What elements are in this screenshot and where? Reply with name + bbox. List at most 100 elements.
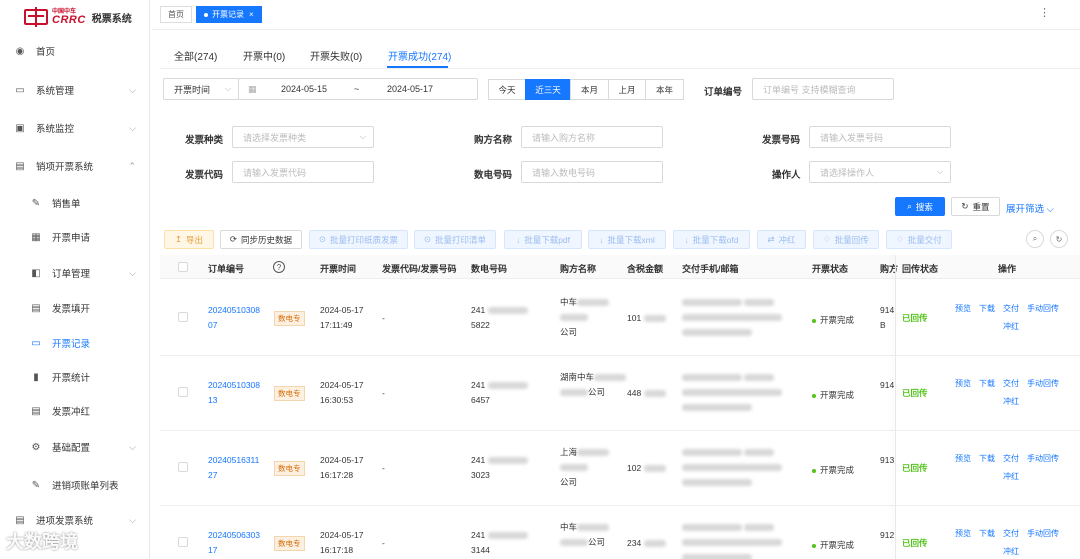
sidebar-item-4[interactable]: ✎ 销售单 [0,188,149,218]
status-tab-all[interactable]: 全部(274) [174,48,217,63]
invoice-time: 2024-05-17 16:17:28 [320,453,363,483]
sidebar-item-2[interactable]: ▣ 系统监控 ⌵ [0,113,149,143]
expand-filter-link[interactable]: 展开筛选 ⌵ [1006,201,1054,215]
quick-today-button[interactable]: 今天 [488,79,526,100]
invoice-code-placeholder: 请输入发票代码 [243,167,307,178]
row-checkbox[interactable] [178,312,188,322]
row-checkbox[interactable] [178,462,188,472]
operator-select[interactable]: 请选择操作人 ⌵ [809,161,951,183]
batch-download-xml-button[interactable]: ↓ 批量下载xml [588,230,666,249]
close-icon[interactable]: × [249,10,254,19]
order-no-link[interactable]: 20240510308 07 [208,303,260,333]
tab-home[interactable]: 首页 [160,6,192,23]
preview-link[interactable]: 预览 [955,303,971,314]
sync-history-button[interactable]: ⟳ 同步历史数据 [220,230,302,249]
batch-return-button[interactable]: ♢ 批量回传 [813,230,879,249]
red-reverse-link[interactable]: 冲红 [1003,321,1019,332]
time-type-select[interactable]: 开票时间 ⌵ [163,78,239,100]
order-no-link[interactable]: 20240510308 13 [208,378,260,408]
th-code: 发票代码/发票号码 [382,264,457,274]
batch-print-list-button[interactable]: ⊙ 批量打印清单 [414,230,496,249]
invoice-no-input[interactable]: 请输入发票号码 [809,126,951,148]
more-icon[interactable]: ⋮ [1039,6,1050,19]
status-tab-issuing[interactable]: 开票中(0) [243,48,285,63]
refresh-icon[interactable]: ↻ [1050,230,1068,248]
quick-last3days-button[interactable]: 近三天 [525,79,571,100]
download-link[interactable]: 下载 [979,453,995,464]
reset-button[interactable]: ↻ 重置 [951,197,1000,216]
red-reverse-link[interactable]: 冲红 [1003,396,1019,407]
red-reverse-link[interactable]: 冲红 [1003,471,1019,482]
red-reverse-link[interactable]: 冲红 [1003,546,1019,557]
batch-deliver-button[interactable]: ♢ 批量交付 [886,230,952,249]
deliver-link[interactable]: 交付 [1003,453,1019,464]
buyer-name: 上海 公司 [560,445,610,490]
tab-invoice-records[interactable]: 开票记录 × [196,6,262,23]
th-status: 开票状态 [812,264,849,274]
manual-return-link[interactable]: 手动回传 [1027,453,1059,464]
help-icon[interactable]: ? [273,261,285,273]
download-link[interactable]: 下载 [979,303,995,314]
red-reverse-button[interactable]: ⇄ 冲红 [757,230,806,249]
delivery-contact [682,295,782,340]
sidebar-item-5[interactable]: ▦ 开票申请 [0,222,149,252]
search-icon[interactable]: ⌕ [1026,230,1044,248]
date-range-picker[interactable]: ▦ 2024-05-15 ~ 2024-05-17 [238,78,478,100]
status-tab-failed[interactable]: 开票失败(0) [310,48,362,63]
bell-icon: ♢ [823,234,831,244]
invoice-type-select[interactable]: 请选择发票种类 ⌵ [232,126,374,148]
quick-last-month-button[interactable]: 上月 [608,79,646,100]
sidebar-item-12[interactable]: ✎ 进销项账单列表 [0,470,149,500]
sidebar-item-6[interactable]: ◧ 订单管理 ⌵ [0,258,149,288]
deliver-link[interactable]: 交付 [1003,378,1019,389]
order-no-link[interactable]: 20240506303 17 [208,528,260,558]
digital-no-input[interactable]: 请输入数电号码 [521,161,663,183]
quick-this-year-button[interactable]: 本年 [645,79,684,100]
invoice-code-input[interactable]: 请输入发票代码 [232,161,374,183]
delivery-contact [682,370,782,415]
sidebar-item-3[interactable]: ▤ 销项开票系统 ⌃ [0,151,149,181]
batch-download-pdf-button[interactable]: ↓ 批量下载pdf [504,230,582,249]
manual-return-link[interactable]: 手动回传 [1027,303,1059,314]
order-no-input[interactable]: 订单编号 支持模糊查询 [752,78,894,100]
deliver-link[interactable]: 交付 [1003,303,1019,314]
redacted-text [682,449,742,457]
row-checkbox[interactable] [178,537,188,547]
buyer-input[interactable]: 请输入购方名称 [521,126,663,148]
status-tab-success[interactable]: 开票成功(274) [388,48,451,63]
print-icon: ⊙ [318,234,327,244]
preview-link[interactable]: 预览 [955,528,971,539]
manual-return-link[interactable]: 手动回传 [1027,528,1059,539]
amount: 448 [627,386,666,401]
sidebar-item-0[interactable]: ◉ 首页 [0,36,149,66]
buyer-part: 上海 [560,447,578,457]
invoice-type-badge: 数电专 [274,311,305,326]
batch-print-paper-button[interactable]: ⊙ 批量打印纸质发票 [309,230,408,249]
preview-link[interactable]: 预览 [955,378,971,389]
operator-placeholder: 请选择操作人 [820,167,875,178]
order-no-link[interactable]: 20240516311 27 [208,453,259,483]
row-checkbox[interactable] [178,387,188,397]
redacted-text [560,389,588,397]
manual-return-link[interactable]: 手动回传 [1027,378,1059,389]
select-all-checkbox[interactable] [178,262,188,272]
download-link[interactable]: 下载 [979,378,995,389]
table-row: 20240510308 07 数电专 2024-05-17 17:11:49 - 241 5… [160,281,1080,356]
download-link[interactable]: 下载 [979,528,995,539]
deliver-link[interactable]: 交付 [1003,528,1019,539]
preview-link[interactable]: 预览 [955,453,971,464]
sidebar-item-8[interactable]: ▭ 开票记录 [0,328,149,358]
quick-this-month-button[interactable]: 本月 [570,79,609,100]
sidebar-item-9[interactable]: ▮ 开票统计 [0,362,149,392]
sidebar-item-10[interactable]: ▤ 发票冲红 [0,396,149,426]
buyer-part: 公司 [560,327,578,337]
buyer-name: 中车 公司 [560,295,610,340]
search-button[interactable]: ⌕ 搜索 [895,197,945,216]
sidebar-item-1[interactable]: ▭ 系统管理 ⌵ [0,75,149,105]
sidebar-item-11[interactable]: ⚙ 基础配置 ⌵ [0,432,149,462]
export-button[interactable]: ↥ 导出 [164,230,214,249]
chevron-down-icon: ⌵ [129,267,136,278]
sidebar-item-7[interactable]: ▤ 发票填开 [0,293,149,323]
buyer-part: 公司 [588,387,606,397]
batch-download-ofd-button[interactable]: ↓ 批量下载ofd [673,230,750,249]
